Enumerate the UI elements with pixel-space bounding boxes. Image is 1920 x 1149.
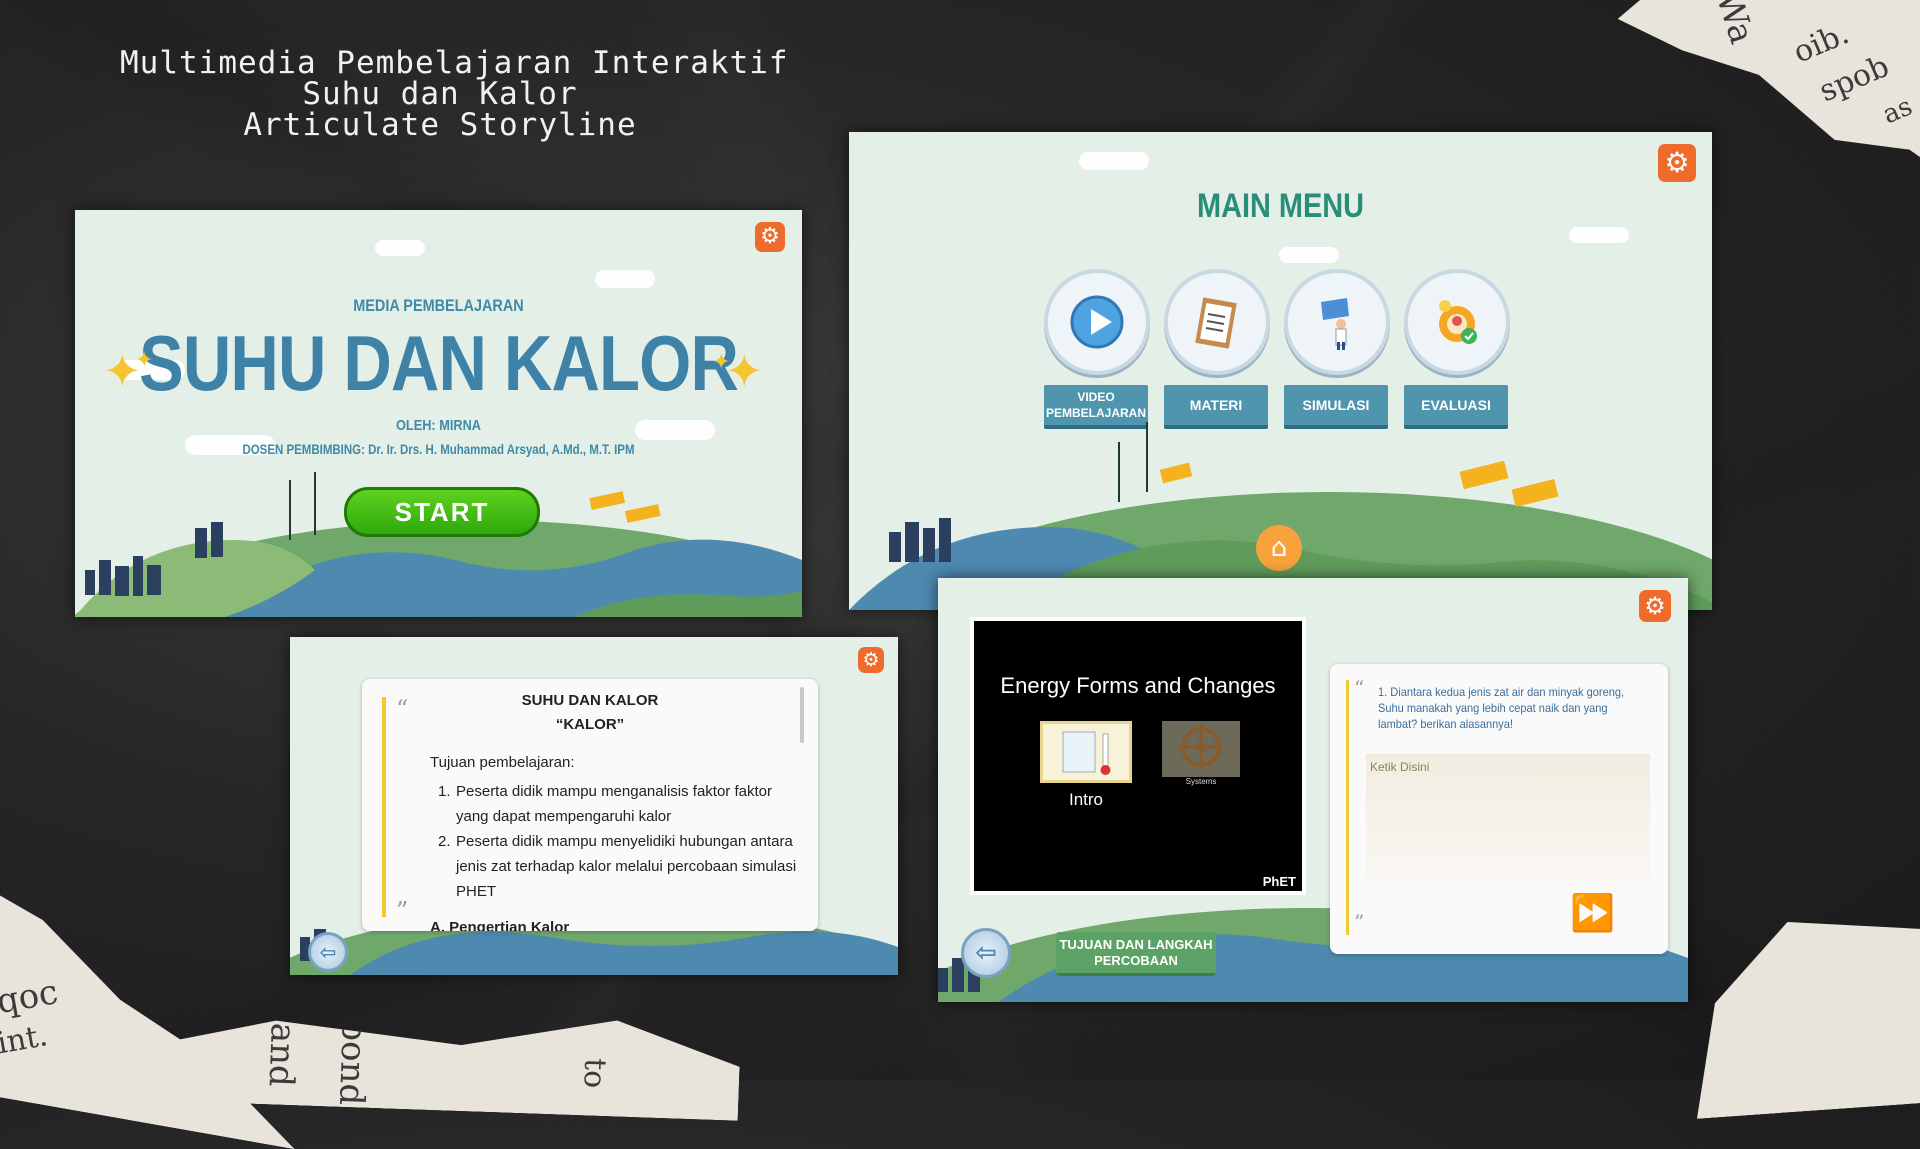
newspaper-text: and — [260, 1022, 303, 1088]
list-text: Peserta didik mampu menyelidiki hubungan… — [456, 833, 797, 900]
question-text: 1. Diantara kedua jenis zat air dan miny… — [1378, 685, 1625, 731]
phet-logo: PhET — [1262, 874, 1296, 889]
page-title-line: Multimedia Pembelajaran Interaktif — [120, 45, 789, 81]
question-card: “ ” 1. Diantara kedua jenis zat air dan … — [1330, 664, 1668, 954]
page-title-line: Articulate Storyline — [243, 107, 637, 143]
home-icon[interactable]: ⌂ — [1256, 525, 1302, 571]
fast-forward-icon[interactable]: ⏩ — [1570, 896, 1615, 932]
gear-icon[interactable]: ⚙ — [858, 647, 884, 673]
list-number: 1. — [438, 783, 451, 800]
phet-simulation[interactable]: Energy Forms and Changes Intro Systems P… — [970, 617, 1306, 895]
simulation-slide: ⚙ Energy Forms and Changes Intro Systems… — [938, 578, 1688, 1002]
objective-list: 1. Peserta didik mampu menganalisis fakt… — [438, 779, 798, 904]
newspaper-text: aqoc — [0, 972, 62, 1026]
accent-bar — [1346, 680, 1349, 935]
close-quote-icon: ” — [396, 897, 409, 925]
landscape-illustration — [75, 472, 802, 617]
newspaper-text: to — [576, 1057, 613, 1089]
list-item: 2. Peserta didik mampu menyelidiki hubun… — [438, 829, 798, 904]
beaker-thermometer-icon[interactable] — [1040, 721, 1132, 783]
page-title-line: Suhu dan Kalor — [302, 76, 578, 112]
tujuan-button[interactable]: TUJUAN DAN LANGKAH PERCOBAAN — [1056, 932, 1216, 976]
sim-title: Energy Forms and Changes — [1000, 673, 1276, 698]
gear-icon[interactable]: ⚙ — [1639, 590, 1671, 622]
answer-placeholder: Ketik Disini — [1370, 760, 1430, 774]
material-heading: SUHU DAN KALOR — [521, 692, 659, 709]
newspaper-text: oint. — [0, 1018, 51, 1065]
next-section-title: A. Pengertian Kalor — [430, 919, 570, 931]
close-quote-icon: ” — [1354, 910, 1365, 934]
page-title: Multimedia Pembelajaran Interaktif Suhu … — [120, 45, 789, 143]
newspaper-text: Wa — [1707, 0, 1762, 49]
cover-slide: ⚙ MEDIA PEMBELAJARAN SUHU DAN KALOR ✦ ✦ … — [75, 210, 802, 617]
objective-title: Tujuan pembelajaran: — [430, 754, 575, 771]
arrow-left-icon[interactable]: ⇦ — [961, 928, 1011, 978]
newspaper-text: oib. — [1788, 16, 1855, 71]
start-button[interactable]: START — [344, 487, 540, 537]
screen-label-intro[interactable]: Intro — [1038, 790, 1134, 810]
material-card: “ ” SUHU DAN KALOR “KALOR” Tujuan pembel… — [362, 679, 818, 931]
list-item: 1. Peserta didik mampu menganalisis fakt… — [438, 779, 798, 829]
arrow-left-icon[interactable]: ⇦ — [308, 932, 348, 972]
list-number: 2. — [438, 833, 451, 850]
screen-label-systems[interactable]: Systems — [1162, 777, 1240, 786]
open-quote-icon: “ — [1354, 676, 1365, 700]
answer-input[interactable]: Ketik Disini — [1366, 754, 1650, 886]
main-menu-slide: ⚙ MAIN MENU VIDEO PEMBELAJARAN MATERI SI… — [849, 132, 1712, 610]
material-subheading: “KALOR” — [555, 716, 625, 733]
newspaper-text: as — [1878, 91, 1917, 131]
material-slide: ⚙ “ ” SUHU DAN KALOR “KALOR” Tujuan pemb… — [290, 637, 898, 975]
ship-wheel-icon[interactable] — [1162, 721, 1240, 777]
list-text: Peserta didik mampu menganalisis faktor … — [456, 783, 772, 825]
